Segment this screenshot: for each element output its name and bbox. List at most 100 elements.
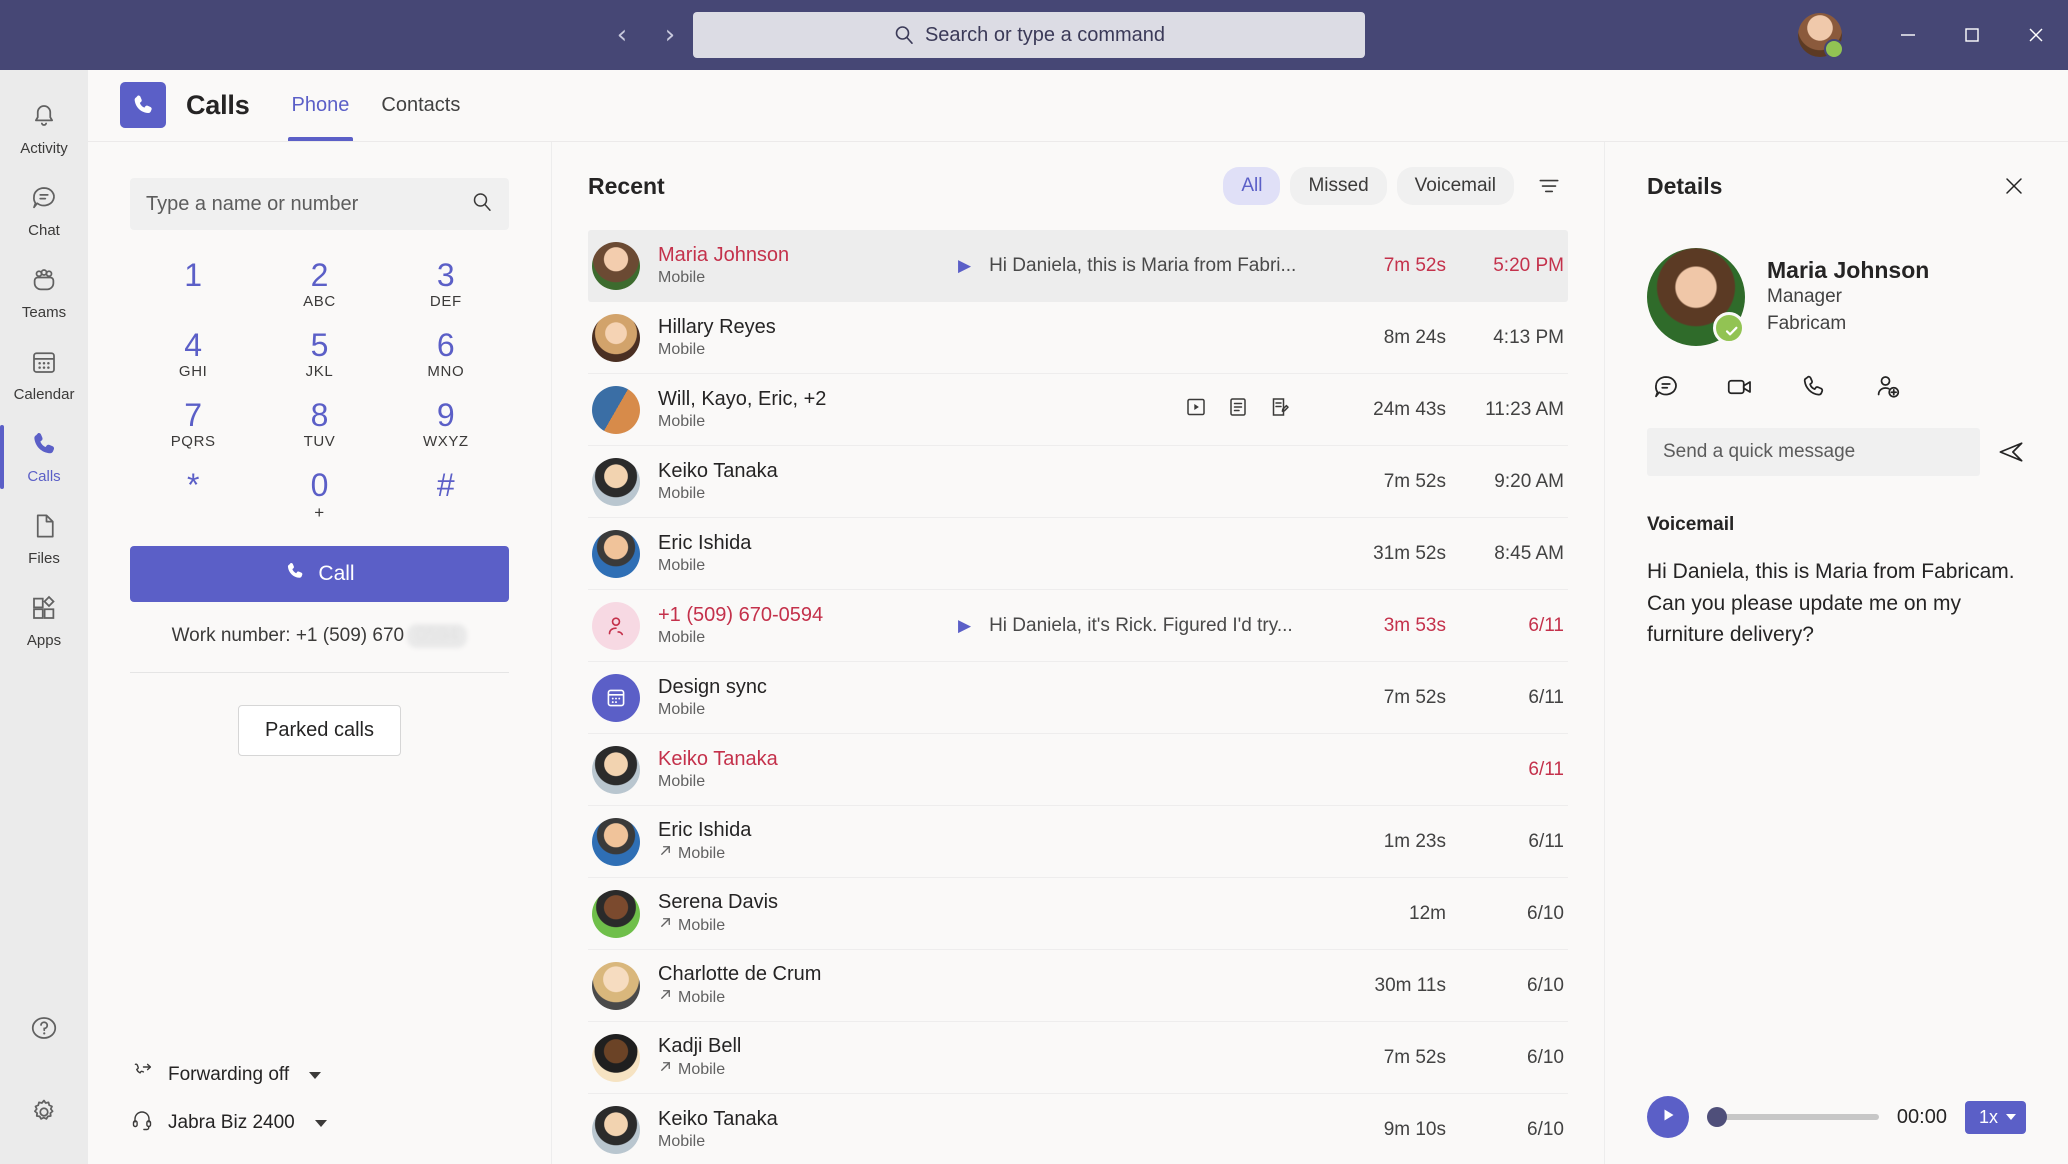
dialpad-key-4[interactable]: 4 GHI: [130, 322, 256, 388]
voicemail-transcript: Hi Daniela, this is Maria from Fabricam.…: [1647, 560, 2015, 646]
sidebar-item-files[interactable]: Files: [0, 498, 88, 580]
page-title: Calls: [186, 89, 250, 120]
row-sub-label: Mobile: [658, 340, 706, 358]
tab-phone[interactable]: Phone: [280, 69, 362, 141]
row-name: Serena Davis: [658, 891, 779, 914]
row-identity: Eric Ishida Mobile: [658, 531, 958, 577]
dialpad-key-7[interactable]: 7 PQRS: [130, 392, 256, 458]
sidebar-item-calendar[interactable]: Calendar: [0, 334, 88, 416]
dialpad-key-9[interactable]: 9 WXYZ: [383, 392, 509, 458]
tab-contacts[interactable]: Contacts: [369, 69, 472, 141]
row-name: Maria Johnson: [658, 243, 790, 266]
dialpad-key-8[interactable]: 8 TUV: [256, 392, 382, 458]
table-row[interactable]: Eric Ishida Mobile 1m 23s 6/11: [588, 806, 1568, 878]
row-subtitle: Mobile: [658, 987, 958, 1009]
table-row[interactable]: Kadji Bell Mobile 7m 52s 6/10: [588, 1022, 1568, 1094]
chat-bubble-icon[interactable]: [1651, 372, 1681, 402]
play-button[interactable]: [1647, 1096, 1689, 1138]
row-identity: Hillary Reyes Mobile: [658, 315, 958, 361]
dialpad-key-0[interactable]: 0 +: [256, 462, 382, 528]
dialpad-key-3[interactable]: 3 DEF: [383, 252, 509, 318]
add-person-icon[interactable]: [1873, 372, 1903, 402]
audio-device-selector[interactable]: Jabra Biz 2400: [130, 1108, 509, 1138]
avatar[interactable]: [1798, 13, 1844, 59]
dialpad-key-letters: +: [314, 502, 325, 522]
row-identity: Keiko Tanaka Mobile: [658, 747, 958, 793]
table-row[interactable]: Design sync Mobile 7m 52s 6/11: [588, 662, 1568, 734]
dialpad-key-star[interactable]: *: [130, 462, 256, 528]
row-name: Charlotte de Crum: [658, 963, 822, 986]
search-icon: [893, 24, 915, 46]
row-subtitle: Mobile: [658, 484, 958, 505]
tab-bar: Phone Contacts: [280, 69, 473, 141]
sidebar-item-apps[interactable]: Apps: [0, 580, 88, 662]
slider-handle[interactable]: [1707, 1107, 1727, 1127]
close-button[interactable]: [2004, 0, 2068, 70]
phone-call-icon[interactable]: [1799, 372, 1829, 402]
sidebar-item-activity[interactable]: Activity: [0, 88, 88, 170]
back-button[interactable]: ‹: [605, 18, 639, 52]
table-row[interactable]: Keiko Tanaka Mobile 6/11: [588, 734, 1568, 806]
contact-actions: [1647, 372, 2026, 402]
row-name: Keiko Tanaka: [658, 459, 778, 482]
divider: [130, 672, 509, 673]
video-camera-icon[interactable]: [1725, 372, 1755, 402]
row-name: Design sync: [658, 675, 767, 698]
recording-icon[interactable]: [1184, 395, 1208, 424]
dialpad-search-input[interactable]: Type a name or number: [130, 178, 509, 230]
audio-device-label: Jabra Biz 2400: [168, 1112, 295, 1133]
settings-button[interactable]: [18, 1088, 70, 1140]
row-time: 6/10: [1527, 974, 1564, 996]
dialpad-key-letters: DEF: [429, 292, 462, 310]
close-icon[interactable]: [2002, 174, 2026, 198]
table-row[interactable]: Maria Johnson Mobile ▶ Hi Daniela, this …: [588, 230, 1568, 302]
table-row[interactable]: Keiko Tanaka Mobile 7m 52s 9:20 AM: [588, 446, 1568, 518]
sidebar-item-teams[interactable]: Teams: [0, 252, 88, 334]
table-row[interactable]: Serena Davis Mobile 12m 6/10: [588, 878, 1568, 950]
table-row[interactable]: Hillary Reyes Mobile 8m 24s 4:13 PM: [588, 302, 1568, 374]
sidebar-item-calls[interactable]: Calls: [0, 416, 88, 498]
table-row[interactable]: +1 (509) 670-0594 Mobile ▶ Hi Daniela, i…: [588, 590, 1568, 662]
help-button[interactable]: [18, 1004, 70, 1056]
maximize-button[interactable]: [1940, 0, 2004, 70]
recent-filters: All Missed Voicemail: [1223, 167, 1514, 205]
row-subtitle: Mobile: [658, 412, 958, 433]
forwarding-selector[interactable]: Forwarding off: [130, 1060, 509, 1090]
forward-button[interactable]: ›: [653, 18, 687, 52]
filter-icon[interactable]: [1536, 173, 1562, 199]
transcript-icon[interactable]: [1226, 395, 1250, 424]
search-input[interactable]: Search or type a command: [693, 12, 1365, 58]
playback-speed-selector[interactable]: 1x: [1964, 1100, 2026, 1134]
avatar: [592, 1033, 640, 1082]
main-area: Calls Phone Contacts Type a name or numb…: [88, 70, 2068, 1164]
play-triangle-icon[interactable]: ▶: [958, 256, 971, 276]
send-icon[interactable]: [1996, 437, 2026, 467]
filter-pill-all[interactable]: All: [1223, 167, 1281, 205]
dialpad-key-letters: WXYZ: [422, 432, 469, 450]
dialpad-key-5[interactable]: 5 JKL: [256, 322, 382, 388]
play-triangle-icon[interactable]: ▶: [958, 616, 971, 636]
parked-calls-button[interactable]: Parked calls: [238, 705, 401, 756]
call-button[interactable]: Call: [130, 546, 509, 602]
table-row[interactable]: Charlotte de Crum Mobile 30m 11s 6/10: [588, 950, 1568, 1022]
quick-message-input[interactable]: Send a quick message: [1647, 428, 1980, 476]
dialpad-key-2[interactable]: 2 ABC: [256, 252, 382, 318]
minimize-button[interactable]: [1876, 0, 1940, 70]
dialpad-key-6[interactable]: 6 MNO: [383, 322, 509, 388]
sidebar-item-label: Activity: [20, 140, 68, 157]
title-bar: ‹ › Search or type a command: [0, 0, 2068, 70]
table-row[interactable]: Keiko Tanaka Mobile 9m 10s 6/10: [588, 1094, 1568, 1164]
notes-icon[interactable]: [1268, 395, 1292, 424]
filter-pill-voicemail[interactable]: Voicemail: [1396, 167, 1514, 205]
row-duration: 3m 53s: [1383, 614, 1446, 636]
apps-icon: [29, 593, 59, 628]
row-identity: Keiko Tanaka Mobile: [658, 1107, 958, 1153]
table-row[interactable]: Eric Ishida Mobile 31m 52s 8:45 AM: [588, 518, 1568, 590]
dialpad-key-hash[interactable]: #: [383, 462, 509, 528]
progress-slider[interactable]: [1707, 1107, 1879, 1127]
dialpad-key-1[interactable]: 1: [130, 252, 256, 318]
row-identity: Charlotte de Crum Mobile: [658, 962, 958, 1009]
sidebar-item-chat[interactable]: Chat: [0, 170, 88, 252]
table-row[interactable]: Will, Kayo, Eric, +2 Mobile 24m 43s 11:2…: [588, 374, 1568, 446]
filter-pill-missed[interactable]: Missed: [1290, 167, 1387, 205]
